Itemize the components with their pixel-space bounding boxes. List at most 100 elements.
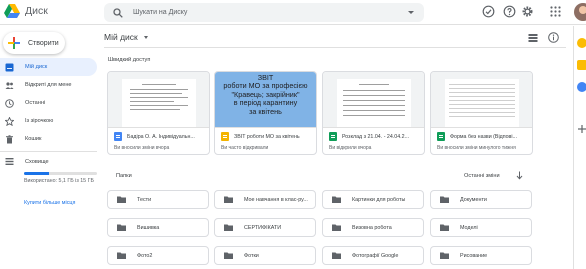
page-title: Мій диск (104, 32, 138, 42)
search-input[interactable] (133, 9, 393, 16)
folder-name: Моделі (460, 224, 478, 231)
folder-icon (332, 252, 341, 259)
folder-name: Фотки (244, 252, 259, 259)
card-activity: Ви відкрили вчора (329, 145, 372, 151)
folder-name: Вишивка (137, 224, 160, 231)
list-view-icon[interactable] (528, 33, 538, 43)
sidebar-item-shared[interactable]: Відкриті для мене (0, 76, 97, 94)
file-thumbnail (108, 72, 209, 128)
quick-access-card[interactable]: ЗВІТ роботи МО за професією "Кравець; за… (214, 71, 317, 155)
search-icon[interactable] (113, 7, 123, 18)
search-options-icon[interactable] (408, 11, 414, 14)
drive-logo-link[interactable]: Диск (4, 4, 48, 18)
sidebar-item-my-drive[interactable]: Мій диск (0, 58, 97, 76)
folder-name: Визовна робота (352, 224, 392, 231)
calendar-addon-icon[interactable] (577, 38, 586, 48)
folder-item[interactable]: Картинки для роботы (322, 190, 424, 209)
app-title: Диск (25, 5, 48, 17)
thumbnail-text: ЗВІТ роботи МО за професією "Кравець; за… (223, 73, 308, 116)
folder-item[interactable]: Фото2 (107, 246, 209, 265)
folder-item[interactable]: Тести (107, 190, 209, 209)
folder-item[interactable]: СЕРТИФІКАТИ (214, 218, 316, 237)
card-activity: Ви вносили зміни вчора (114, 145, 170, 151)
apps-grid-icon[interactable] (549, 5, 562, 18)
new-button[interactable]: Створити (3, 32, 65, 54)
keep-addon-icon[interactable] (577, 60, 586, 70)
shared-icon (5, 81, 14, 89)
top-bar: Диск (0, 0, 586, 25)
tasks-addon-icon[interactable] (577, 82, 586, 92)
card-activity: Ви часто відкривали (221, 145, 269, 151)
folder-icon (332, 196, 341, 203)
sidebar-item-label: Останні (25, 100, 46, 106)
storage-section[interactable]: Сховище Використано: 5,1 ГБ із 15 ГБ (5, 157, 97, 184)
my-drive-dropdown[interactable]: Мій диск (104, 30, 148, 44)
sidebar-item-trash[interactable]: Кошик (0, 130, 97, 148)
sort-arrow-down-icon[interactable] (516, 171, 523, 180)
sort-label[interactable]: Останні зміни (464, 173, 500, 179)
card-file-name: Форма без назви (Відпові... (450, 133, 517, 140)
card-activity: Ви вносили зміни минулого тижня (437, 145, 516, 151)
info-icon[interactable] (548, 32, 559, 43)
chevron-down-icon (143, 35, 148, 39)
clock-icon (5, 98, 14, 108)
colored-plus-icon (8, 37, 20, 49)
folder-icon (224, 224, 233, 231)
folder-name: Фото2 (137, 252, 153, 259)
folder-name: Картинки для роботы (352, 196, 406, 203)
quick-access-cards: Бадіра О. А. Індивідуальн... Ви вносили … (107, 71, 567, 155)
sidebar-item-label: Відкриті для мене (25, 82, 72, 88)
my-drive-icon (5, 63, 14, 71)
storage-progress-fill (24, 172, 49, 175)
folders-label: Папки (116, 173, 132, 179)
folder-item[interactable]: Фотографії Google (322, 246, 424, 265)
folder-item[interactable]: Моделі (430, 218, 532, 237)
card-file-name: Бадіра О. А. Індивідуальн... (127, 133, 195, 140)
quick-access-card[interactable]: Бадіра О. А. Індивідуальн... Ви вносили … (107, 71, 210, 155)
sidebar-item-recent[interactable]: Останні (0, 94, 97, 112)
docs-file-icon (114, 132, 122, 141)
folder-item[interactable]: Вишивка (107, 218, 209, 237)
quick-access-card[interactable]: Розклад з 21.04. - 24.04.2... Ви відкрил… (322, 71, 425, 155)
card-file-name: ЗВІТ роботи МО за квітень (234, 133, 300, 140)
card-file-name: Розклад з 21.04. - 24.04.2... (342, 133, 410, 140)
folder-icon (224, 196, 233, 203)
file-thumbnail (431, 72, 532, 128)
storage-progress-bar (24, 172, 97, 175)
folder-icon (117, 224, 126, 231)
account-avatar[interactable] (574, 3, 586, 21)
sheets-file-icon (437, 132, 445, 141)
settings-gear-icon[interactable] (521, 5, 534, 18)
sidebar-item-label: Із зірочкою (25, 118, 54, 124)
folder-icon (224, 252, 233, 259)
main-divider (104, 47, 566, 48)
sidebar-item-starred[interactable]: Із зірочкою (0, 112, 97, 130)
buy-storage-link[interactable]: Купити більше місця (24, 200, 75, 206)
offline-check-icon[interactable] (482, 5, 495, 18)
folder-name: Рисование (460, 252, 488, 259)
quick-access-label: Швидкий доступ (108, 57, 151, 63)
side-panel-divider (573, 26, 574, 269)
folder-icon (440, 196, 449, 203)
folder-icon (332, 224, 341, 231)
folder-name: Мое навчання в клас-ру... (244, 196, 308, 203)
folder-name: СЕРТИФІКАТИ (244, 224, 282, 231)
add-addon-plus-icon[interactable] (577, 124, 586, 134)
trash-icon (6, 134, 13, 143)
sidebar-item-label: Кошик (25, 136, 42, 142)
storage-usage-text: Використано: 5,1 ГБ із 15 ГБ (24, 178, 94, 184)
file-thumbnail (323, 72, 424, 128)
folder-name: Тести (137, 196, 152, 203)
slides-file-icon (221, 132, 229, 141)
folder-item[interactable]: Рисование (430, 246, 532, 265)
star-icon (5, 116, 14, 126)
quick-access-card[interactable]: Форма без назви (Відпові... Ви вносили з… (430, 71, 533, 155)
folder-item[interactable]: Документи (430, 190, 532, 209)
folder-name: Фотографії Google (352, 252, 399, 259)
help-icon[interactable] (503, 5, 516, 18)
folder-item[interactable]: Визовна робота (322, 218, 424, 237)
folder-item[interactable]: Фотки (214, 246, 316, 265)
search-box[interactable] (104, 3, 424, 22)
google-drive-logo-icon (4, 4, 20, 18)
folder-item[interactable]: Мое навчання в клас-ру... (214, 190, 316, 209)
